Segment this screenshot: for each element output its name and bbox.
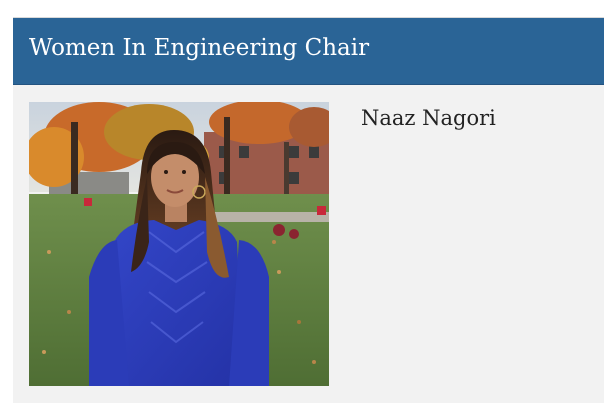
member-name: Naaz Nagori (361, 106, 496, 130)
card-body: Naaz Nagori (13, 85, 604, 403)
card-header: Women In Engineering Chair (13, 18, 604, 85)
officer-card: Women In Engineering Chair Naaz Nagori (13, 17, 604, 403)
card-title: Women In Engineering Chair (29, 35, 370, 61)
member-photo (29, 102, 329, 386)
